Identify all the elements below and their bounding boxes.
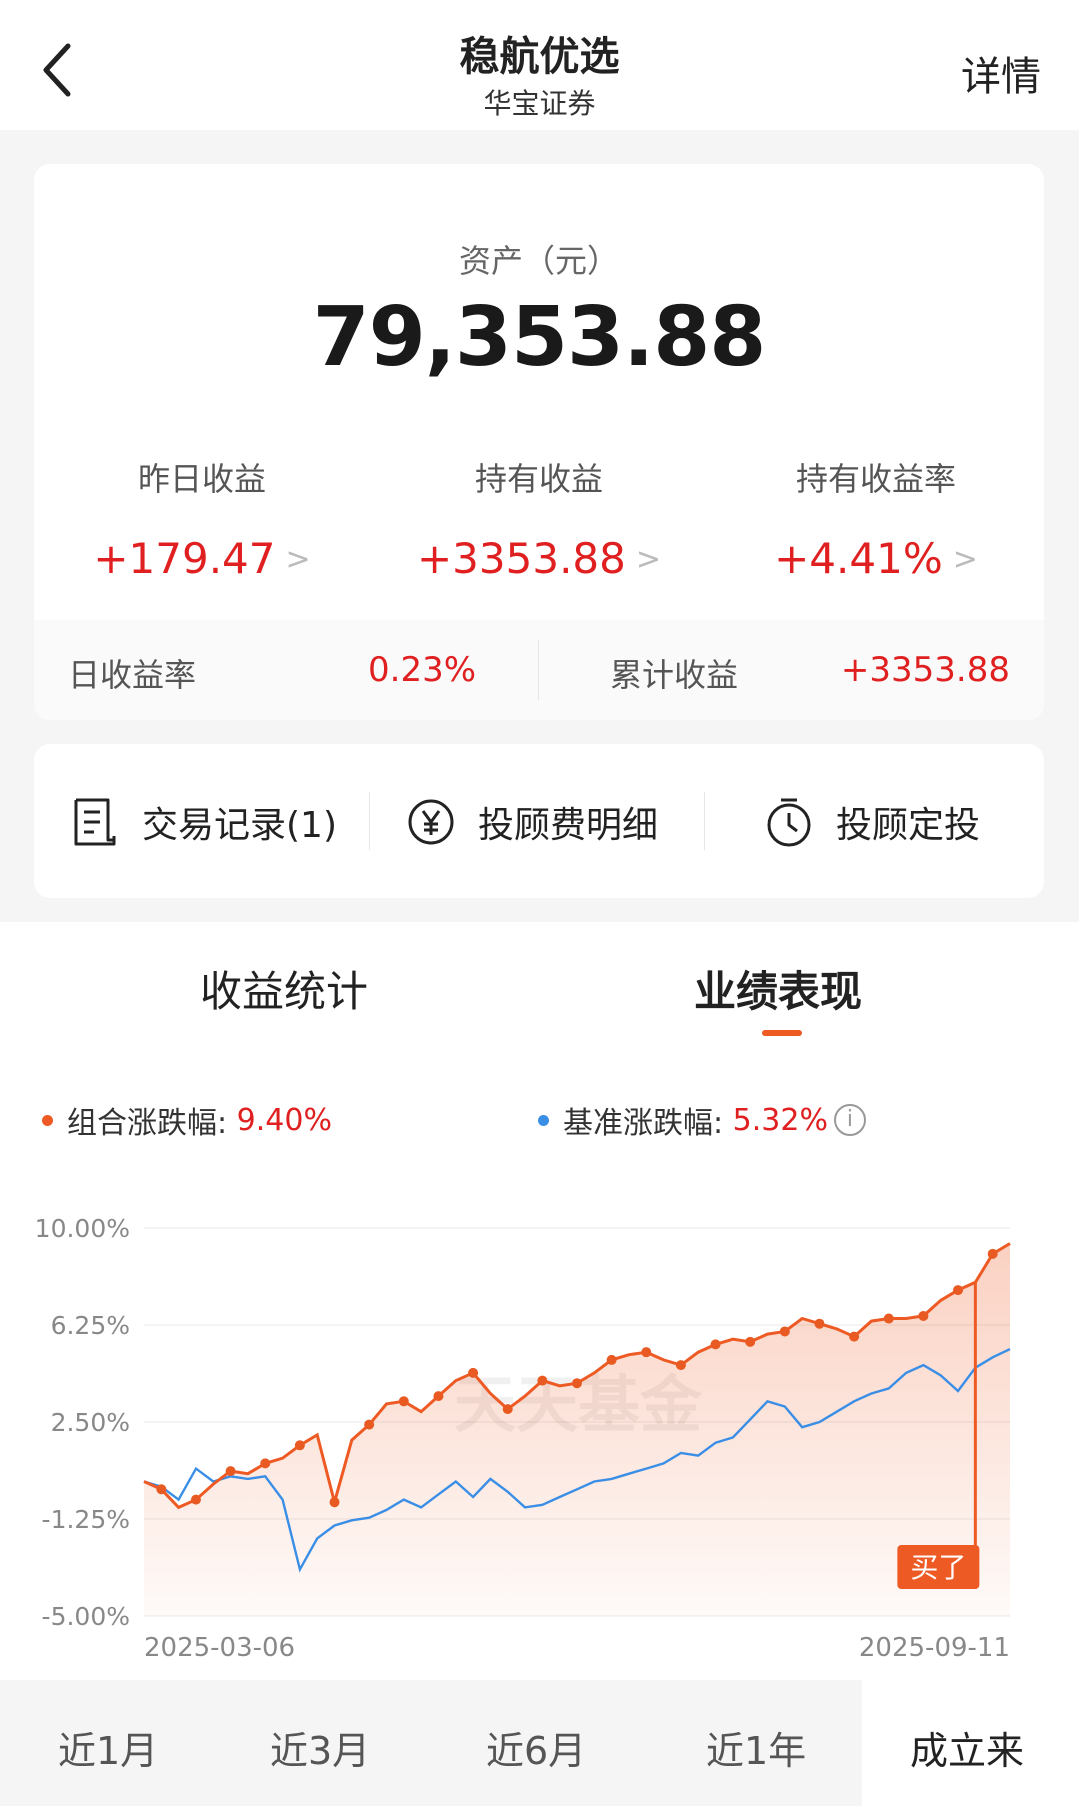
- range-selector: 近1月 近3月 近6月 近1年 成立来: [0, 1680, 1079, 1806]
- portfolio-point: [572, 1378, 582, 1389]
- page-title: 稳航优选: [459, 34, 620, 80]
- daily-rate-label: 日收益率: [68, 656, 197, 694]
- page-subtitle: 华宝证券: [483, 87, 596, 120]
- receipt-icon: [74, 798, 116, 846]
- x-end-label: 2025-09-11: [859, 1633, 1010, 1660]
- portfolio-point: [433, 1391, 444, 1402]
- legend-dot: [538, 1114, 549, 1126]
- trade-records-button[interactable]: 交易记录(1): [70, 794, 337, 850]
- portfolio-point: [710, 1339, 721, 1350]
- portfolio-point: [883, 1313, 894, 1324]
- timer-icon: [767, 798, 811, 847]
- legend-benchmark-value: 5.32%: [732, 1102, 828, 1138]
- range-since-inception[interactable]: 成立来: [910, 1720, 1024, 1775]
- y-tick-label: 10.00%: [35, 1214, 130, 1243]
- daily-rate-value: 0.23%: [368, 650, 477, 690]
- auto-invest-button[interactable]: 投顾定投: [764, 794, 980, 850]
- asset-value: 79,353.88: [312, 290, 767, 385]
- divider: [704, 792, 705, 850]
- portfolio-point: [745, 1336, 756, 1347]
- x-start-label: 2025-03-06: [144, 1633, 295, 1660]
- portfolio-point: [918, 1310, 929, 1321]
- portfolio-point: [675, 1360, 686, 1371]
- portfolio-point: [294, 1440, 305, 1451]
- range-1m[interactable]: 近1月: [58, 1720, 158, 1775]
- holding-rate-stat[interactable]: 持有收益率 +4.41% >: [708, 454, 1044, 583]
- stat-label: 持有收益率: [795, 460, 956, 498]
- chevron-right-icon: >: [285, 542, 311, 577]
- legend-portfolio-value: 9.40%: [236, 1102, 332, 1138]
- y-tick-label: 2.50%: [51, 1408, 130, 1437]
- legend-portfolio-label: 组合涨跌幅:: [67, 1106, 228, 1141]
- portfolio-point: [190, 1494, 201, 1505]
- portfolio-point: [502, 1404, 513, 1415]
- detail-button[interactable]: 详情: [961, 44, 1041, 102]
- stat-value: +179.47: [93, 534, 276, 583]
- stat-value: +3353.88: [416, 534, 626, 583]
- trade-records-label: 交易记录(1): [142, 805, 337, 846]
- divider: [369, 792, 370, 850]
- total-profit-value: +3353.88: [840, 650, 1010, 690]
- asset-footer: 日收益率 0.23% 累计收益 +3353.88: [34, 620, 1044, 720]
- portfolio-point: [987, 1248, 998, 1259]
- info-icon[interactable]: i: [833, 1104, 866, 1136]
- portfolio-point: [398, 1396, 409, 1407]
- portfolio-point: [779, 1326, 790, 1337]
- asset-card: 资产（元） 79,353.88 昨日收益 +179.47 > 持有收益 +3353…: [34, 164, 1044, 720]
- auto-invest-label: 投顾定投: [836, 805, 981, 846]
- portfolio-point: [364, 1419, 375, 1430]
- buy-marker: 买了: [897, 1545, 980, 1589]
- total-profit-label: 累计收益: [610, 656, 739, 694]
- portfolio-point: [225, 1466, 236, 1477]
- y-tick-label: -5.00%: [42, 1602, 130, 1631]
- actions-card: 交易记录(1) 投顾费明细 投顾定投: [34, 744, 1044, 898]
- portfolio-point: [156, 1484, 167, 1495]
- stat-label: 昨日收益: [137, 460, 266, 498]
- legend-benchmark-label: 基准涨跌幅:: [563, 1106, 724, 1141]
- yen-icon: [408, 799, 454, 845]
- y-tick-label: 6.25%: [51, 1311, 130, 1340]
- portfolio-point: [849, 1331, 860, 1342]
- stat-label: 持有收益: [474, 460, 603, 498]
- portfolio-point: [606, 1354, 617, 1365]
- range-6m[interactable]: 近6月: [486, 1720, 586, 1775]
- portfolio-point: [329, 1497, 340, 1508]
- portfolio-point: [468, 1367, 479, 1378]
- buy-marker-label: 买了: [910, 1551, 966, 1584]
- stat-value: +4.41%: [774, 534, 943, 583]
- fee-detail-label: 投顾费明细: [478, 805, 659, 846]
- legend-portfolio: 组合涨跌幅: 9.40%: [42, 1098, 332, 1142]
- asset-label: 资产（元）: [458, 242, 619, 280]
- portfolio-point: [814, 1318, 825, 1329]
- yesterday-profit-stat[interactable]: 昨日收益 +179.47 >: [34, 454, 370, 583]
- nav-bar: 稳航优选 华宝证券 详情: [0, 0, 1079, 130]
- holding-profit-stat[interactable]: 持有收益 +3353.88 >: [371, 454, 707, 583]
- chevron-right-icon: >: [952, 542, 978, 577]
- portfolio-point: [537, 1375, 548, 1386]
- legend-benchmark: 基准涨跌幅: 5.32% i: [538, 1098, 866, 1142]
- portfolio-point: [953, 1285, 964, 1296]
- divider: [538, 640, 539, 700]
- tab-performance[interactable]: 业绩表现: [694, 958, 862, 1019]
- legend-dot: [42, 1114, 53, 1126]
- chevron-right-icon: >: [635, 542, 661, 577]
- portfolio-area: [144, 1243, 1010, 1616]
- range-1y[interactable]: 近1年: [706, 1720, 806, 1775]
- range-3m[interactable]: 近3月: [270, 1720, 370, 1775]
- performance-chart[interactable]: 10.00%6.25%2.50%-1.25%-5.00% 天天基金 买了 202…: [0, 1190, 1079, 1660]
- portfolio-point: [641, 1347, 652, 1358]
- tab-profit-stats[interactable]: 收益统计: [200, 958, 368, 1019]
- portfolio-point: [260, 1458, 271, 1469]
- y-tick-label: -1.25%: [42, 1505, 130, 1534]
- fee-detail-button[interactable]: 投顾费明细: [406, 794, 658, 850]
- tab-indicator: [762, 1030, 802, 1036]
